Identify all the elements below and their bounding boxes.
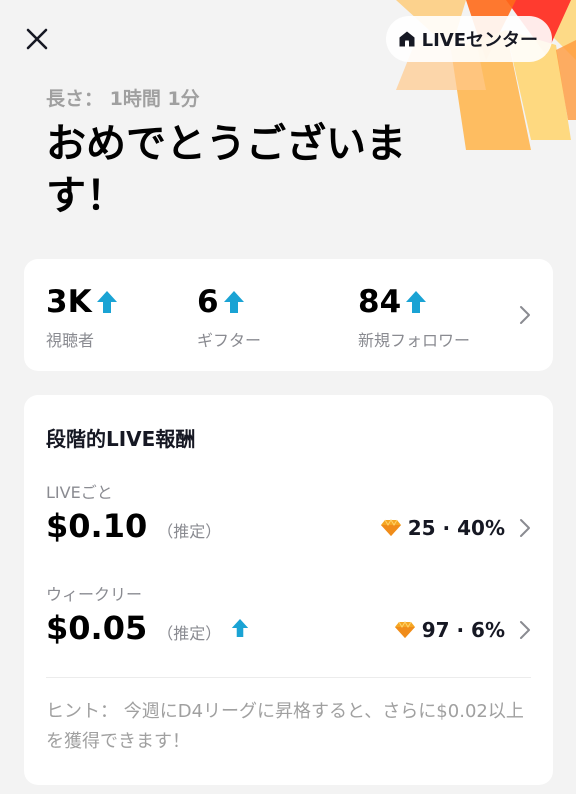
page-title: おめでとうございます！	[46, 121, 406, 219]
chevron-right-icon	[520, 621, 530, 639]
trend-up-arrow-icon	[96, 291, 117, 313]
stat-new-followers: 84 新規フォロワー	[358, 283, 470, 351]
stat-label: 視聴者	[46, 331, 95, 350]
divider	[46, 677, 531, 678]
rewards-title: 段階的LIVE報酬	[46, 427, 196, 451]
per-live-amount: $0.10 （推定）	[46, 507, 221, 545]
estimate-label: （推定）	[157, 522, 222, 541]
stat-value: 6	[197, 284, 219, 320]
stat-label: 新規フォロワー	[358, 331, 471, 350]
per-live-summary: 25 · 40%	[407, 516, 505, 540]
trend-up-arrow-icon	[232, 619, 249, 637]
house-icon	[399, 31, 415, 47]
chevron-right-icon	[520, 306, 530, 324]
estimate-label: （推定）	[157, 624, 222, 643]
stat-value: 84	[358, 284, 402, 320]
chevron-right-icon	[520, 519, 530, 537]
per-live-details-link[interactable]: 25 · 40%	[380, 516, 531, 540]
stream-duration: 長さ： 1時間 1分	[46, 88, 200, 110]
live-center-button[interactable]: LIVEセンター	[385, 16, 552, 62]
hint-text: ヒント： 今週にD4リーグに昇格すると、さらに$0.02以上を獲得できます！	[46, 701, 524, 752]
per-live-label: LIVEごと	[46, 483, 113, 502]
close-icon	[26, 28, 48, 50]
stat-value: 3K	[46, 284, 92, 320]
diamond-icon	[380, 519, 401, 536]
stat-gifters: 6 ギフター	[197, 283, 261, 351]
amount-value: $0.05	[46, 609, 148, 647]
weekly-details-link[interactable]: 97 · 6%	[394, 618, 531, 642]
weekly-summary: 97 · 6%	[421, 618, 505, 642]
trend-up-arrow-icon	[223, 291, 244, 313]
live-center-label: LIVEセンター	[421, 30, 538, 51]
weekly-label: ウィークリー	[46, 585, 143, 604]
weekly-amount: $0.05 （推定）	[46, 609, 249, 647]
amount-value: $0.10	[46, 507, 148, 545]
stat-label: ギフター	[197, 331, 262, 350]
diamond-icon	[394, 621, 415, 638]
trend-up-arrow-icon	[406, 291, 427, 313]
live-rewards-card: 段階的LIVE報酬 LIVEごと $0.10 （推定） 25 · 40% ウィー…	[24, 395, 553, 785]
stats-card[interactable]: 3K 視聴者 6 ギフター 84 新規フォロワー	[24, 259, 553, 371]
stat-viewers: 3K 視聴者	[46, 283, 118, 351]
close-button[interactable]	[22, 24, 52, 54]
